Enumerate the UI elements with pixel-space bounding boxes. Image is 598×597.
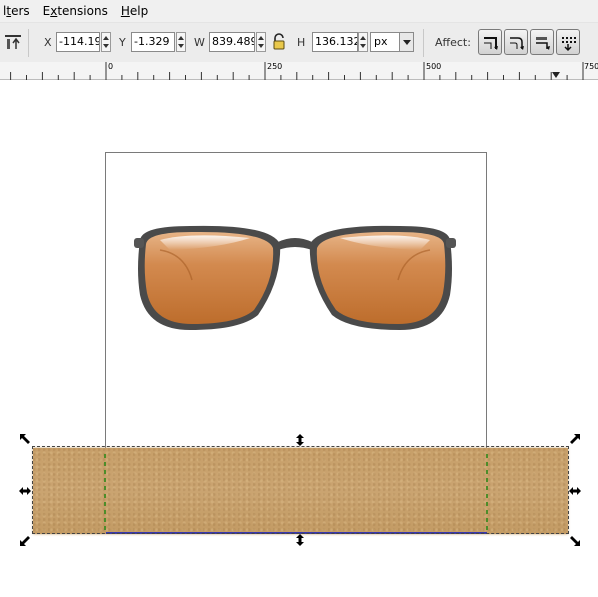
scale-handle-right-icon[interactable] bbox=[568, 484, 582, 498]
scale-handle-bottom-left-icon[interactable] bbox=[18, 532, 34, 548]
lock-open-icon[interactable] bbox=[271, 33, 287, 51]
move-gradients-icon[interactable] bbox=[530, 29, 554, 55]
scale-handle-left-icon[interactable] bbox=[18, 484, 32, 498]
scale-handle-top-icon[interactable] bbox=[293, 433, 307, 447]
ruler-label-500: 500 bbox=[426, 62, 442, 71]
selection-bounding-box bbox=[32, 446, 569, 534]
unit-value: px bbox=[374, 35, 388, 48]
w-spinner[interactable] bbox=[256, 32, 266, 52]
w-label: W bbox=[194, 36, 205, 49]
x-spinner[interactable] bbox=[101, 32, 111, 52]
scale-handle-top-right-icon[interactable] bbox=[566, 432, 582, 448]
w-field[interactable]: 839.489 bbox=[209, 32, 255, 52]
scale-handle-bottom-icon[interactable] bbox=[293, 533, 307, 547]
ruler-position-marker bbox=[552, 72, 560, 78]
y-spinner[interactable] bbox=[176, 32, 186, 52]
ruler-label-250: 250 bbox=[267, 62, 283, 71]
unit-select[interactable]: px bbox=[370, 32, 414, 52]
scale-handle-bottom-right-icon[interactable] bbox=[566, 532, 582, 548]
ruler-label-0: 0 bbox=[108, 62, 114, 71]
ruler-label-750: 750 bbox=[584, 62, 598, 71]
ruler-ticks bbox=[10, 62, 584, 80]
affect-label: Affect: bbox=[435, 36, 471, 49]
scale-corners-icon[interactable] bbox=[504, 29, 528, 55]
scale-handle-top-left-icon[interactable] bbox=[18, 432, 34, 448]
menu-extensions[interactable]: Extensions bbox=[43, 4, 108, 18]
horizontal-ruler[interactable]: 0 250 500 750 bbox=[0, 62, 598, 80]
scale-stroke-icon[interactable] bbox=[478, 29, 502, 55]
chevron-down-icon[interactable] bbox=[399, 33, 413, 51]
separator bbox=[423, 29, 424, 57]
separator bbox=[28, 29, 29, 57]
h-label: H bbox=[297, 36, 306, 49]
x-label: X bbox=[44, 36, 52, 49]
menu-help[interactable]: Help bbox=[121, 4, 148, 18]
h-spinner[interactable] bbox=[358, 32, 368, 52]
sunglasses-image[interactable] bbox=[130, 220, 460, 340]
x-field[interactable]: -114.19. bbox=[56, 32, 100, 52]
y-label: Y bbox=[119, 36, 126, 49]
y-field[interactable]: -1.329 bbox=[131, 32, 175, 52]
h-field[interactable]: 136.132 bbox=[312, 32, 358, 52]
drawing-canvas[interactable] bbox=[0, 80, 598, 597]
align-top-icon[interactable] bbox=[4, 33, 22, 51]
menu-bar: lters Extensions Help bbox=[0, 0, 598, 22]
move-patterns-icon[interactable] bbox=[556, 29, 580, 55]
menu-filters[interactable]: lters bbox=[3, 4, 30, 18]
tool-controls-bar: X -114.19. Y -1.329 W 839.489 H 136.132 … bbox=[0, 22, 598, 62]
